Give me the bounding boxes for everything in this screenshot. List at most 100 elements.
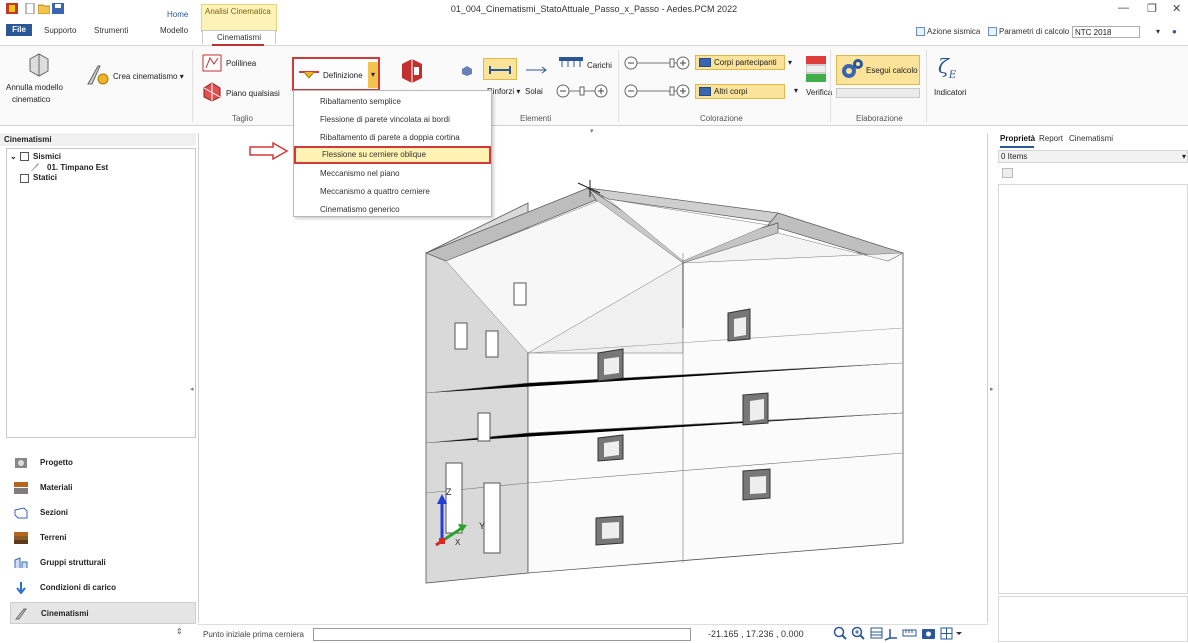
slider-top-icon[interactable] xyxy=(624,56,690,70)
ruler-icon[interactable] xyxy=(902,629,917,637)
indicatori-button[interactable]: Indicatori xyxy=(934,88,966,97)
indicator-zeta-icon[interactable]: ζE xyxy=(938,54,956,81)
menu-item-flessione-bordi[interactable]: Flessione di parete vincolata ai bordi xyxy=(294,111,491,129)
nav-terreni[interactable]: Terreni xyxy=(10,527,196,549)
create-mechanism-icon[interactable] xyxy=(86,64,110,86)
panel-header-cinematismi: Cinematismi xyxy=(0,133,196,146)
nav-sezioni[interactable]: Sezioni xyxy=(10,502,196,524)
tab-cinematismi[interactable]: Cinematismi xyxy=(202,30,276,44)
solai-button[interactable]: Solai xyxy=(525,87,543,96)
menu-item-meccanismo-piano[interactable]: Meccanismo nel piano xyxy=(294,165,491,183)
tools-dropdown-icon[interactable] xyxy=(956,632,962,635)
piano-qualsiasi-button[interactable]: Piano qualsiasi xyxy=(226,89,280,98)
tree-item-statici[interactable]: Statici xyxy=(33,173,57,182)
properties-dropdown-icon[interactable]: ▾ xyxy=(1182,152,1186,161)
tab-cinematismi-right[interactable]: Cinematismi xyxy=(1069,134,1113,143)
tree-checkbox-sismici[interactable] xyxy=(20,152,29,161)
menu-item-ribaltamento-semplice[interactable]: Ribaltamento semplice xyxy=(294,93,491,111)
seismic-icon xyxy=(916,27,925,37)
rinforzi-button[interactable]: Rinforzi ▾ xyxy=(487,87,520,96)
menu-item-quattro-cerniere[interactable]: Meccanismo a quattro cerniere xyxy=(294,183,491,201)
polilinea-button[interactable]: Polilinea xyxy=(226,59,256,68)
definizione-dropdown-menu: Ribaltamento semplice Flessione di paret… xyxy=(293,90,492,217)
group-label-colorazione: Colorazione xyxy=(700,114,743,123)
tab-proprieta[interactable]: Proprietà xyxy=(1000,134,1035,143)
restore-button[interactable]: ❐ xyxy=(1147,2,1157,15)
corpi-dropdown-icon[interactable]: ▾ xyxy=(788,58,792,67)
left-collapse-icon[interactable]: ◂ xyxy=(190,385,194,393)
menu-item-doppia-cortina[interactable]: Ribaltamento di parete a doppia cortina xyxy=(294,129,491,147)
zoom-icon[interactable] xyxy=(833,626,847,640)
verifica-button[interactable]: Verifica xyxy=(806,88,832,97)
norm-select[interactable]: NTC 2018 xyxy=(1072,26,1140,38)
tab-modello[interactable]: Modello xyxy=(160,26,188,35)
nav-materiali[interactable]: Materiali xyxy=(10,477,196,499)
arrow-line-icon[interactable] xyxy=(525,66,547,74)
plane-icon[interactable] xyxy=(202,82,222,102)
crea-cinematismo-button[interactable]: Crea cinematismo ▾ xyxy=(113,72,184,81)
layers-icon[interactable] xyxy=(870,627,883,639)
tab-active-underline xyxy=(1000,146,1034,148)
properties-grid xyxy=(998,184,1188,594)
corpi-partecipanti-label: Corpi partecipanti xyxy=(714,58,777,67)
axes-view-icon[interactable] xyxy=(884,629,897,641)
properties-count: 0 Items xyxy=(998,150,1188,163)
command-prompt-label: Punto iniziale prima cerniera xyxy=(203,630,304,639)
other-bodies-icon xyxy=(699,87,711,96)
close-button[interactable]: ✕ xyxy=(1172,2,1181,15)
camera-icon[interactable] xyxy=(922,629,935,639)
tab-report[interactable]: Report xyxy=(1039,134,1063,143)
loads-icon[interactable] xyxy=(559,57,583,69)
tree-item-timpano[interactable]: 01. Timpano Est xyxy=(47,163,108,172)
slider-elementi-icon[interactable] xyxy=(556,84,608,98)
tab-home[interactable]: Home xyxy=(167,10,188,19)
properties-grid-icon[interactable] xyxy=(1002,168,1013,178)
tab-strumenti[interactable]: Strumenti xyxy=(94,26,128,35)
tree-item-sismici[interactable]: Sismici xyxy=(33,152,61,161)
nav-progetto[interactable]: Progetto xyxy=(10,452,196,474)
mechanism-block-icon[interactable] xyxy=(400,58,424,84)
cancel-model-icon[interactable] xyxy=(28,53,50,77)
nav-label-sezioni: Sezioni xyxy=(40,508,69,517)
menu-item-cinematismo-generico[interactable]: Cinematismo generico xyxy=(294,201,491,219)
file-tab[interactable]: File xyxy=(6,24,32,36)
parametri-option[interactable]: Parametri di calcolo xyxy=(988,27,1070,37)
slider-bottom-icon[interactable] xyxy=(624,84,690,98)
esegui-calcolo-label: Esegui calcolo xyxy=(866,66,918,75)
definizione-dropdown-icon[interactable]: ▾ xyxy=(368,62,378,88)
dropdown-arrow-icon[interactable]: ▾ xyxy=(1156,27,1160,36)
nav-more-icon[interactable]: ⇕ xyxy=(176,627,183,636)
nav-condizioni-carico[interactable]: Condizioni di carico xyxy=(10,577,196,599)
nav-cinematismi[interactable]: Cinematismi xyxy=(10,602,196,624)
polyline-icon[interactable] xyxy=(202,54,222,72)
help-icon[interactable]: ● xyxy=(1172,27,1177,36)
parameters-checkbox[interactable] xyxy=(988,27,997,37)
nav-gruppi-strutturali[interactable]: Gruppi strutturali xyxy=(10,552,196,574)
nav-label-progetto: Progetto xyxy=(40,458,73,467)
tab-supporto[interactable]: Supporto xyxy=(44,26,76,35)
definition-icon xyxy=(299,71,319,79)
minimize-button[interactable]: — xyxy=(1118,2,1129,14)
crea-label: Crea cinematismo xyxy=(113,72,178,81)
carichi-button[interactable]: Carichi xyxy=(587,61,612,70)
zoom-window-icon[interactable] xyxy=(851,626,865,640)
mechanism-tree xyxy=(6,148,196,438)
tree-expand-icon[interactable]: ⌄ xyxy=(10,152,17,161)
group-label-elaborazione: Elaborazione xyxy=(856,114,903,123)
parametri-label: Parametri di calcolo xyxy=(999,27,1070,36)
nav-label-gruppi: Gruppi strutturali xyxy=(40,558,106,567)
menu-item-cerniere-oblique[interactable]: Flessione su cerniere oblique xyxy=(294,146,491,164)
azione-sismica-option[interactable]: Azione sismica xyxy=(916,27,980,37)
altri-dropdown-icon[interactable]: ▾ xyxy=(794,86,798,95)
load-arrow-icon xyxy=(16,582,26,594)
annulla-label-2: cinematico xyxy=(12,95,51,104)
right-expand-icon[interactable]: ▸ xyxy=(990,385,994,393)
project-icon xyxy=(15,458,27,468)
tree-checkbox-statici[interactable] xyxy=(20,174,29,183)
group-label-taglio: Taglio xyxy=(232,114,253,123)
vertex-icon[interactable] xyxy=(462,66,472,76)
command-input[interactable] xyxy=(313,628,691,641)
grid-icon[interactable] xyxy=(940,627,953,640)
ribbon-separator xyxy=(618,50,619,122)
verification-icon[interactable] xyxy=(806,56,826,82)
